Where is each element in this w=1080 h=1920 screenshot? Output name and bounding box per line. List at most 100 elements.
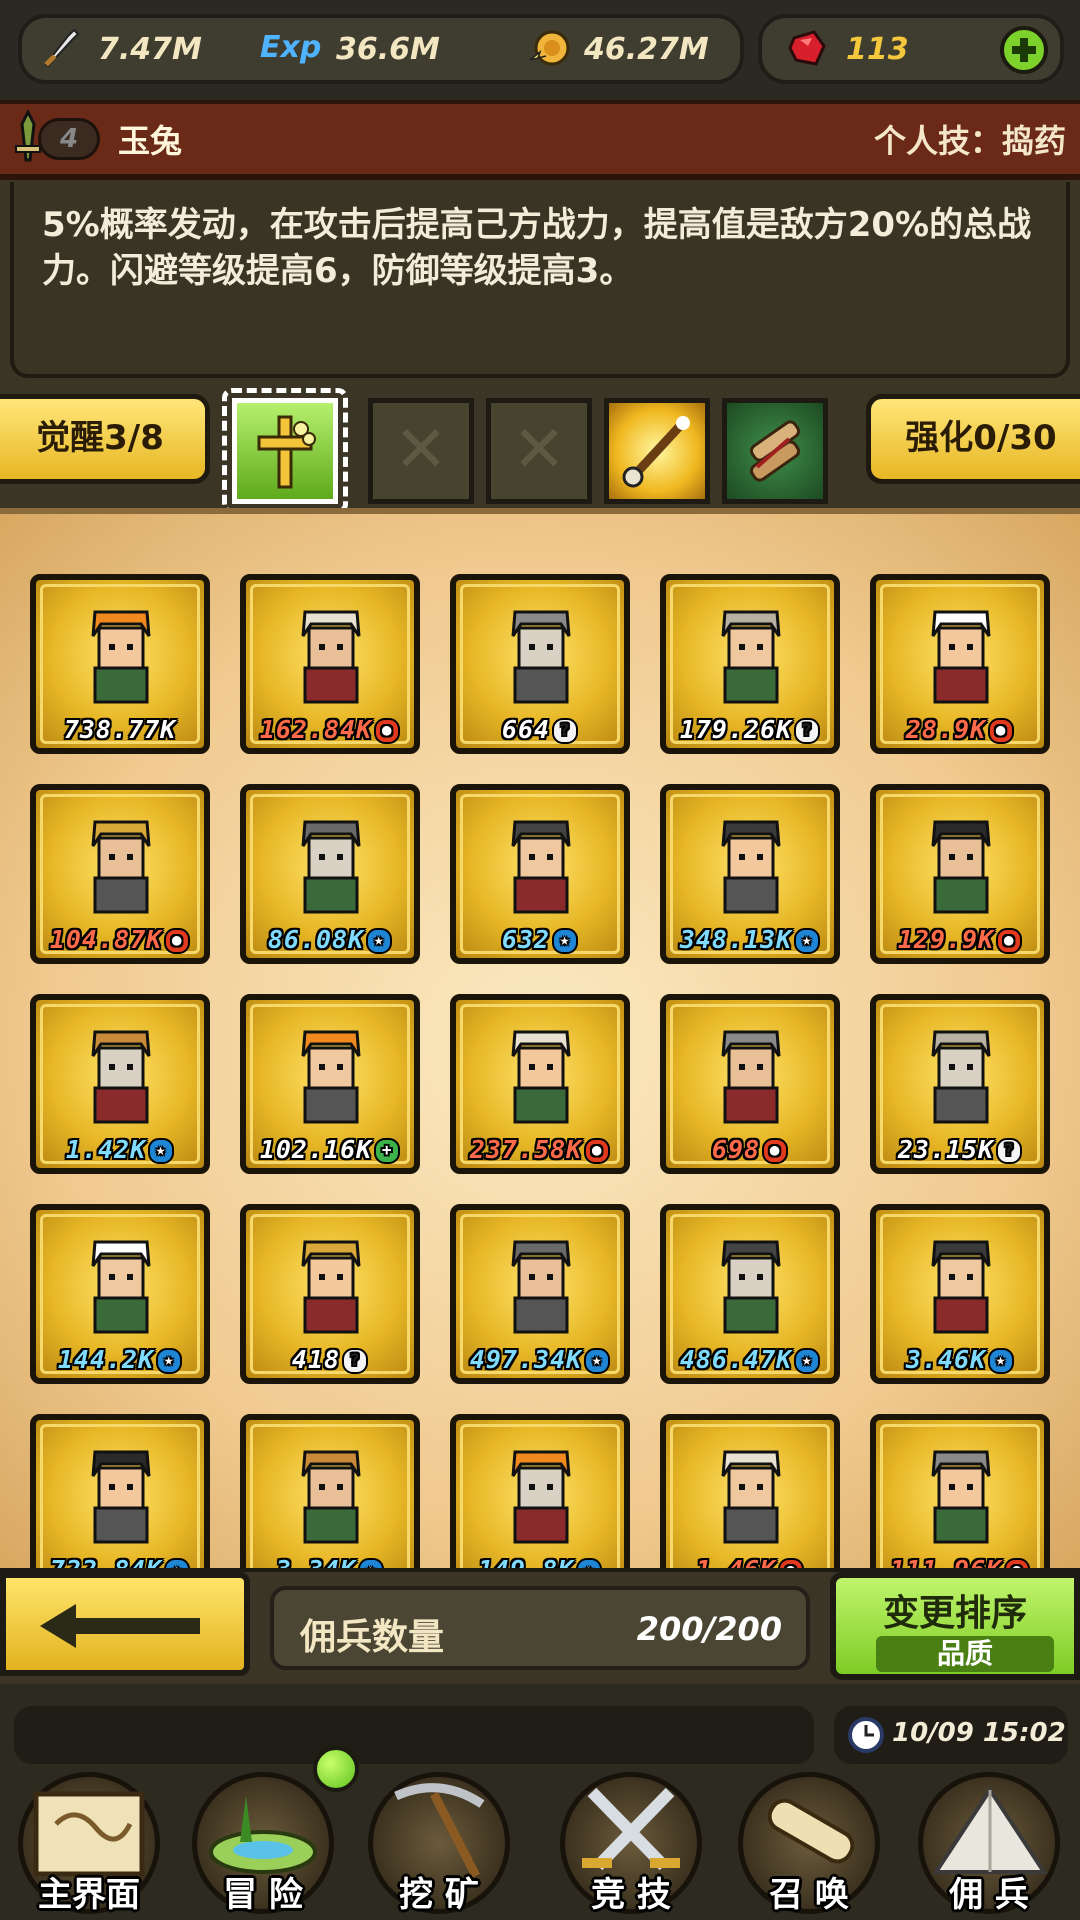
element-red-icon: ● [762, 1138, 789, 1164]
element-blue-icon: ★ [366, 928, 393, 954]
element-blue-icon: ★ [164, 1558, 191, 1568]
nav-adventure-label: 冒 险 [223, 1875, 303, 1915]
hero-power-value: 722.84K [50, 1555, 162, 1568]
hero-power: 497.34K ★ [456, 1345, 624, 1374]
mercenary-count-label: 佣兵数量 [300, 1617, 445, 1658]
nav-mercenary-label: 佣 兵 [949, 1875, 1029, 1915]
element-red-icon: ● [1004, 1558, 1031, 1568]
hero-card[interactable]: 144.2K ★ [30, 1204, 210, 1384]
hero-card[interactable]: 738.77K [30, 574, 210, 754]
rank-badge: 4 [38, 118, 100, 160]
back-arrow-icon [40, 1604, 200, 1648]
ruby-gem-icon [788, 30, 826, 66]
nav-mining[interactable]: 挖 矿 [354, 1770, 524, 1920]
skill-slot-5[interactable] [722, 398, 828, 504]
hero-card[interactable]: 3.46K ★ [870, 1204, 1050, 1384]
exp-icon: Exp [260, 30, 322, 65]
hero-card[interactable]: 237.58K ● [450, 994, 630, 1174]
skill-slot-4[interactable] [604, 398, 710, 504]
hero-card[interactable]: 1.42K ★ [30, 994, 210, 1174]
hero-portrait [91, 820, 151, 914]
magic-staff-icon [622, 416, 690, 488]
hero-portrait [511, 610, 571, 704]
hero-portrait [931, 1240, 991, 1334]
attack-value: 7.47M [98, 32, 202, 67]
hero-power-value: 418 [291, 1345, 341, 1374]
hero-card[interactable]: 23.15K? [870, 994, 1050, 1174]
hero-card[interactable]: 28.9K ● [870, 574, 1050, 754]
hero-card[interactable]: 111.96K● [870, 1414, 1050, 1568]
hero-power: 149.8K★ [456, 1555, 624, 1568]
hero-card[interactable]: 497.34K ★ [450, 1204, 630, 1384]
locked-slot-2: ✕ [368, 398, 474, 504]
nav-mercenary[interactable]: 佣 兵 [904, 1770, 1074, 1920]
add-gems-button[interactable] [1000, 26, 1048, 74]
hero-card[interactable]: 486.47K ★ [660, 1204, 840, 1384]
hero-card[interactable]: 162.84K ● [240, 574, 420, 754]
back-button[interactable] [0, 1572, 250, 1676]
hero-portrait [721, 1450, 781, 1544]
gem-value: 113 [846, 32, 909, 67]
hero-power-value: 104.87K [49, 925, 163, 954]
hero-card[interactable]: 3.34K★ [240, 1414, 420, 1568]
hero-power-value: 664 [501, 715, 551, 744]
hero-card[interactable]: 664? [450, 574, 630, 754]
hero-portrait [301, 610, 361, 704]
hero-card[interactable]: 632 ★ [450, 784, 630, 964]
sort-mode-label: 品质 [876, 1636, 1054, 1672]
element-white-icon: ? [552, 718, 579, 744]
scroll-bundle-icon [749, 420, 801, 482]
clock-icon [848, 1717, 884, 1753]
nav-arena[interactable]: 竞 技 [546, 1770, 716, 1920]
nav-adventure[interactable]: 冒 险 [178, 1770, 348, 1920]
chat-line[interactable] [14, 1706, 814, 1764]
hero-skill: 个人技：捣药 [873, 122, 1066, 160]
element-red-icon: ● [374, 718, 401, 744]
hero-power: 722.84K★ [36, 1555, 204, 1568]
element-red-icon: ● [164, 928, 191, 954]
hero-portrait [721, 610, 781, 704]
skill-slot-row: 觉醒3/8 ✕ ✕ 强化0/30 [0, 378, 1080, 514]
hero-card[interactable]: 129.9K ● [870, 784, 1050, 964]
hero-portrait [91, 1450, 151, 1544]
hero-power-value: 1.42K [65, 1135, 147, 1164]
hero-card[interactable]: 86.08K ★ [240, 784, 420, 964]
element-blue-icon: ★ [358, 1558, 385, 1568]
hero-power-value: 129.9K [897, 925, 995, 954]
hero-power-value: 497.34K [469, 1345, 583, 1374]
element-red-icon: ● [988, 718, 1015, 744]
gem-panel: 113 [758, 14, 1064, 84]
hero-card[interactable]: 149.8K★ [450, 1414, 630, 1568]
hero-card[interactable]: 179.26K? [660, 574, 840, 754]
element-blue-icon: ★ [794, 1348, 821, 1374]
sort-button[interactable]: 变更排序 品质 [830, 1572, 1080, 1680]
hero-power: 3.34K★ [246, 1555, 414, 1568]
nav-summon[interactable]: 召 唤 [724, 1770, 894, 1920]
hero-card[interactable]: 104.87K ● [30, 784, 210, 964]
hero-power-value: 28.9K [905, 715, 987, 744]
hero-power: 28.9K ● [876, 715, 1044, 744]
hero-portrait [91, 1030, 151, 1124]
hero-power: 3.46K ★ [876, 1345, 1044, 1374]
hero-name: 玉兔 [118, 122, 183, 160]
hero-power-value: 111.96K [890, 1555, 1002, 1568]
enhance-tab[interactable]: 强化0/30 [866, 394, 1080, 484]
hero-portrait [301, 1240, 361, 1334]
hero-power-value: 149.8K [478, 1555, 574, 1568]
nav-main[interactable]: 主界面 [4, 1770, 174, 1920]
selected-slot-frame [222, 388, 348, 514]
hero-card[interactable]: 102.16K + [240, 994, 420, 1174]
element-blue-icon: ★ [794, 928, 821, 954]
resource-bar: 7.47M Exp 36.6M 46.27M 113 [0, 0, 1080, 100]
awaken-tab[interactable]: 觉醒3/8 [0, 394, 210, 484]
hero-card[interactable]: 722.84K★ [30, 1414, 210, 1568]
gold-coin-icon [529, 30, 570, 66]
hero-card[interactable]: 348.13K ★ [660, 784, 840, 964]
hero-card[interactable]: 698 ● [660, 994, 840, 1174]
hero-portrait [91, 1240, 151, 1334]
hero-card[interactable]: 1.46K● [660, 1414, 840, 1568]
hero-card[interactable]: 418? [240, 1204, 420, 1384]
element-blue-icon: ★ [988, 1348, 1015, 1374]
gold-value: 46.27M [584, 32, 709, 67]
hero-portrait [511, 820, 571, 914]
